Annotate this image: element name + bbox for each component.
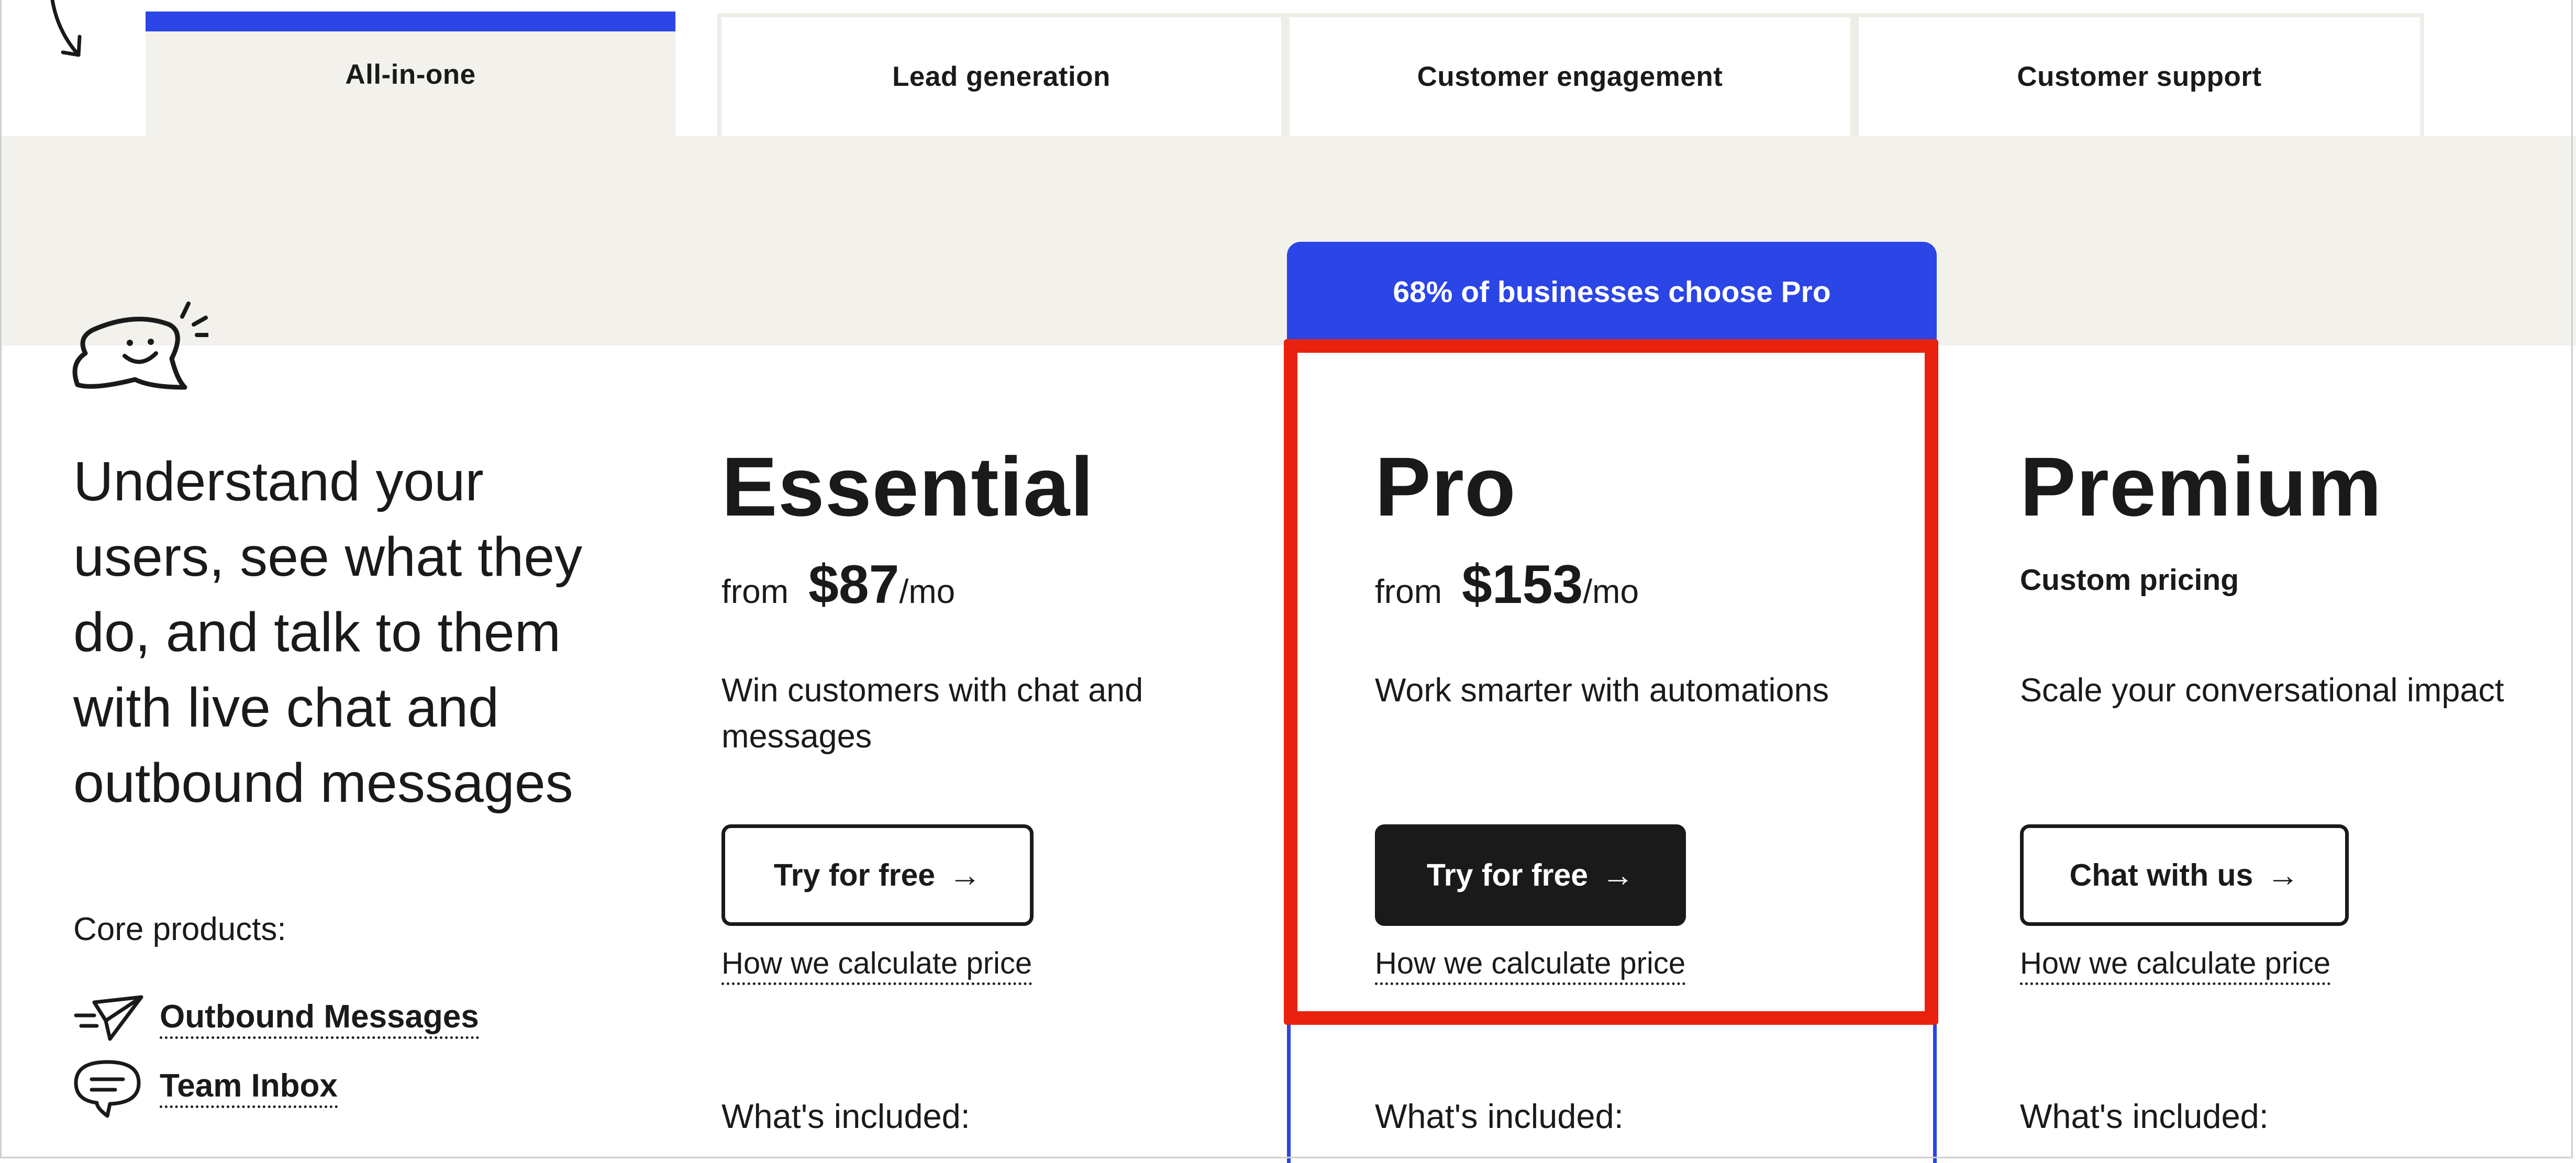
screenshot-frame [0,0,2573,1158]
